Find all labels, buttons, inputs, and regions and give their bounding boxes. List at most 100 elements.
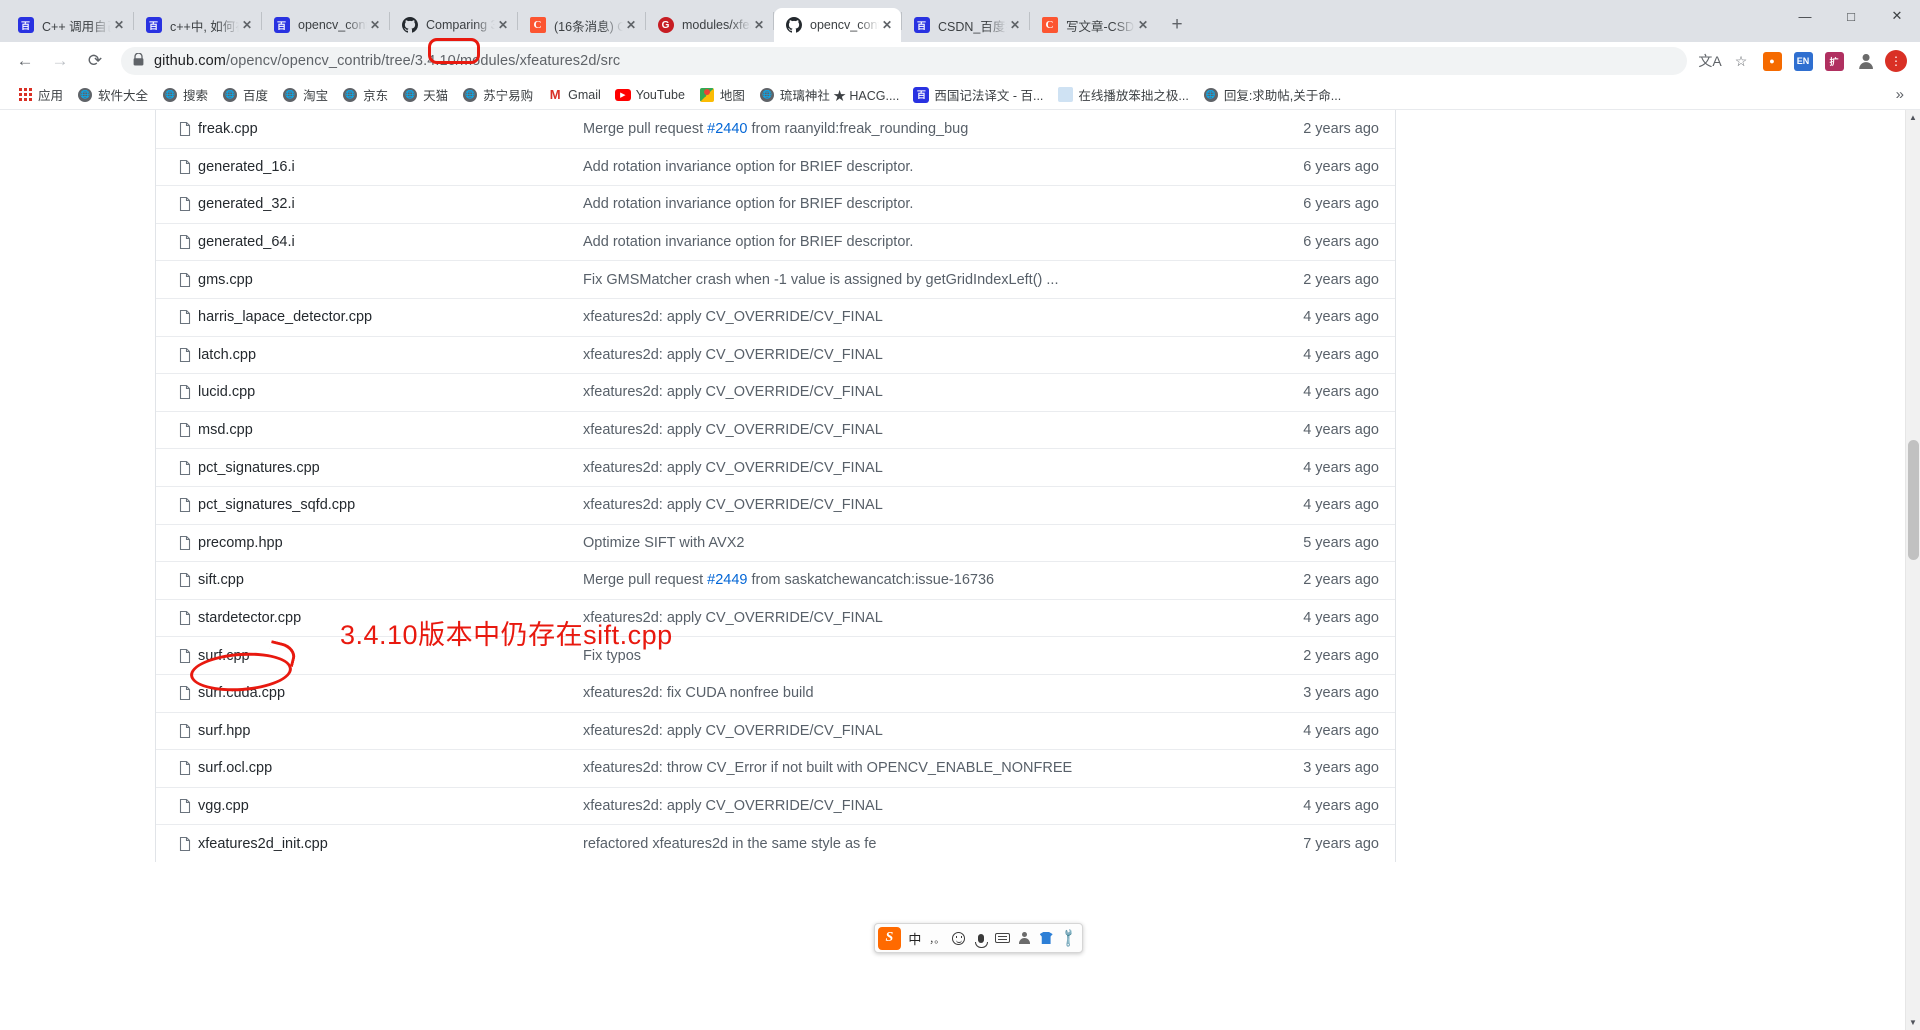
file-name[interactable]: gms.cpp	[198, 272, 583, 288]
minimize-button[interactable]: —	[1782, 0, 1828, 32]
ime-language-toggle[interactable]: 中	[904, 926, 926, 950]
file-row[interactable]: precomp.hpp Optimize SIFT with AVX2 5 year…	[156, 523, 1395, 562]
tab-close-button[interactable]: ✕	[1007, 17, 1023, 33]
emoji-icon[interactable]	[948, 926, 970, 950]
new-tab-button[interactable]: +	[1163, 11, 1191, 39]
bookmark-item[interactable]: 🌐 软件大全	[70, 83, 155, 107]
pull-request-link[interactable]: #2440	[707, 121, 747, 137]
translate-icon[interactable]: 文A	[1696, 47, 1724, 75]
scroll-up-arrow[interactable]: ▲	[1906, 110, 1920, 125]
browser-tab[interactable]: 百 opencv_contri✕	[262, 8, 389, 42]
file-icon	[179, 385, 191, 400]
extension-icon-3[interactable]: 扩	[1820, 47, 1848, 75]
extension-icon-1[interactable]: ●	[1758, 47, 1786, 75]
address-bar[interactable]: github.com/opencv/opencv_contrib/tree/3.…	[121, 47, 1687, 75]
browser-tab[interactable]: Gmodules/xfeat✕	[646, 8, 773, 42]
browser-tab[interactable]: 百 c++中, 如何在✕	[134, 8, 261, 42]
ime-punctuation-toggle[interactable]: ，。	[926, 926, 948, 950]
keyboard-icon[interactable]	[991, 926, 1013, 950]
bookmark-item[interactable]: 🌐 天猫	[395, 83, 455, 107]
browser-tab[interactable]: C 写文章-CSDN✕	[1030, 8, 1157, 42]
page-scrollbar[interactable]: ▲ ▼	[1905, 110, 1920, 1030]
bookmark-star-icon[interactable]: ☆	[1727, 47, 1755, 75]
file-row[interactable]: surf.hpp xfeatures2d: apply CV_OVERRIDE/C…	[156, 711, 1395, 750]
bookmark-item[interactable]: 百西国记法译文 - 百...	[906, 83, 1050, 107]
bookmarks-overflow-button[interactable]: »	[1890, 86, 1910, 103]
tab-close-button[interactable]: ✕	[239, 17, 255, 33]
bookmark-item[interactable]: 🌐 回复:求助帖,关于命...	[1196, 83, 1348, 107]
tab-close-button[interactable]: ✕	[495, 17, 511, 33]
chrome-menu-button[interactable]: ⋮	[1882, 47, 1910, 75]
shirt-icon[interactable]	[1035, 926, 1057, 950]
browser-tab[interactable]: 百 C++ 调用自己✕	[6, 8, 133, 42]
back-button[interactable]: ←	[10, 46, 40, 76]
scrollbar-thumb[interactable]	[1908, 440, 1919, 560]
pull-request-link[interactable]: #2449	[707, 572, 747, 588]
file-name[interactable]: pct_signatures.cpp	[198, 460, 583, 476]
bookmark-item[interactable]: 🌐 琉璃神社 ★ HACG....	[752, 83, 906, 107]
file-name[interactable]: surf.hpp	[198, 723, 583, 739]
bookmark-item[interactable]: 在线播放笨拙之极...	[1050, 83, 1195, 107]
file-name[interactable]: vgg.cpp	[198, 798, 583, 814]
file-row[interactable]: vgg.cpp xfeatures2d: apply CV_OVERRIDE/CV…	[156, 786, 1395, 825]
tab-close-button[interactable]: ✕	[367, 17, 383, 33]
file-row[interactable]: lucid.cpp xfeatures2d: apply CV_OVERRIDE/…	[156, 373, 1395, 411]
file-row[interactable]: harris_lapace_detector.cpp xfeatures2d: a…	[156, 297, 1395, 336]
file-row[interactable]: pct_signatures_sqfd.cpp xfeatures2d: appl…	[156, 485, 1395, 524]
file-row[interactable]: freak.cpp Merge pull request #2440 from r…	[156, 110, 1395, 148]
maximize-button[interactable]: □	[1828, 0, 1874, 32]
microphone-icon[interactable]	[970, 926, 992, 950]
tab-close-button[interactable]: ✕	[879, 17, 895, 33]
file-name[interactable]: pct_signatures_sqfd.cpp	[198, 497, 583, 513]
bookmark-item[interactable]: 🌐 京东	[335, 83, 395, 107]
browser-tab[interactable]: C (16条消息) Op✕	[518, 8, 645, 42]
file-row[interactable]: xfeatures2d_init.cpp refactored xfeatures…	[156, 824, 1395, 862]
bookmark-item[interactable]: 地图	[692, 83, 752, 107]
file-row[interactable]: surf.cuda.cpp xfeatures2d: fix CUDA nonfr…	[156, 673, 1395, 712]
bookmark-item[interactable]: ▶ YouTube	[608, 83, 692, 107]
file-name[interactable]: harris_lapace_detector.cpp	[198, 309, 583, 325]
file-name[interactable]: latch.cpp	[198, 347, 583, 363]
file-row[interactable]: msd.cpp xfeatures2d: apply CV_OVERRIDE/CV…	[156, 410, 1395, 449]
browser-tab[interactable]: 百 CSDN_百度搜索✕	[902, 8, 1029, 42]
file-name[interactable]: precomp.hpp	[198, 535, 583, 551]
scroll-down-arrow[interactable]: ▼	[1906, 1015, 1920, 1030]
forward-button[interactable]: →	[45, 46, 75, 76]
browser-tab[interactable]: Comparing 3.4✕	[390, 8, 517, 42]
file-name[interactable]: freak.cpp	[198, 121, 583, 137]
tab-close-button[interactable]: ✕	[1135, 17, 1151, 33]
bookmark-item[interactable]: M Gmail	[540, 83, 608, 107]
file-row[interactable]: sift.cpp Merge pull request #2449 from sa…	[156, 561, 1395, 599]
bookmark-item[interactable]: 🌐 百度	[215, 83, 275, 107]
wrench-icon[interactable]: 🔧	[1057, 926, 1079, 950]
extension-icon-2[interactable]: EN	[1789, 47, 1817, 75]
file-name[interactable]: lucid.cpp	[198, 384, 583, 400]
file-name[interactable]: msd.cpp	[198, 422, 583, 438]
bookmark-item[interactable]: 🌐 搜索	[155, 83, 215, 107]
file-name[interactable]: xfeatures2d_init.cpp	[198, 836, 583, 852]
tab-close-button[interactable]: ✕	[623, 17, 639, 33]
bookmark-apps[interactable]: 应用	[10, 83, 70, 107]
file-row[interactable]: gms.cpp Fix GMSMatcher crash when -1 valu…	[156, 260, 1395, 298]
browser-tab-active[interactable]: opencv_contri✕	[774, 8, 901, 42]
file-name[interactable]: sift.cpp	[198, 572, 583, 588]
file-name[interactable]: generated_32.i	[198, 196, 583, 212]
reload-button[interactable]: ⟳	[80, 46, 110, 76]
bookmark-item[interactable]: 🌐 苏宁易购	[455, 83, 540, 107]
file-row[interactable]: pct_signatures.cpp xfeatures2d: apply CV_…	[156, 448, 1395, 486]
file-row[interactable]: generated_32.i Add rotation invariance op…	[156, 185, 1395, 223]
tab-close-button[interactable]: ✕	[751, 17, 767, 33]
close-window-button[interactable]: ✕	[1874, 0, 1920, 32]
file-name[interactable]: generated_64.i	[198, 234, 583, 250]
ime-logo-icon[interactable]: S	[878, 926, 901, 950]
user-icon[interactable]	[1013, 926, 1035, 950]
file-row[interactable]: surf.ocl.cpp xfeatures2d: throw CV_Error …	[156, 749, 1395, 787]
file-row[interactable]: generated_64.i Add rotation invariance op…	[156, 222, 1395, 261]
file-row[interactable]: generated_16.i Add rotation invariance op…	[156, 147, 1395, 186]
file-name[interactable]: generated_16.i	[198, 159, 583, 175]
file-name[interactable]: surf.ocl.cpp	[198, 760, 583, 776]
profile-avatar[interactable]	[1851, 47, 1879, 75]
bookmark-item[interactable]: 🌐 淘宝	[275, 83, 335, 107]
tab-close-button[interactable]: ✕	[111, 17, 127, 33]
file-row[interactable]: latch.cpp xfeatures2d: apply CV_OVERRIDE/…	[156, 335, 1395, 374]
